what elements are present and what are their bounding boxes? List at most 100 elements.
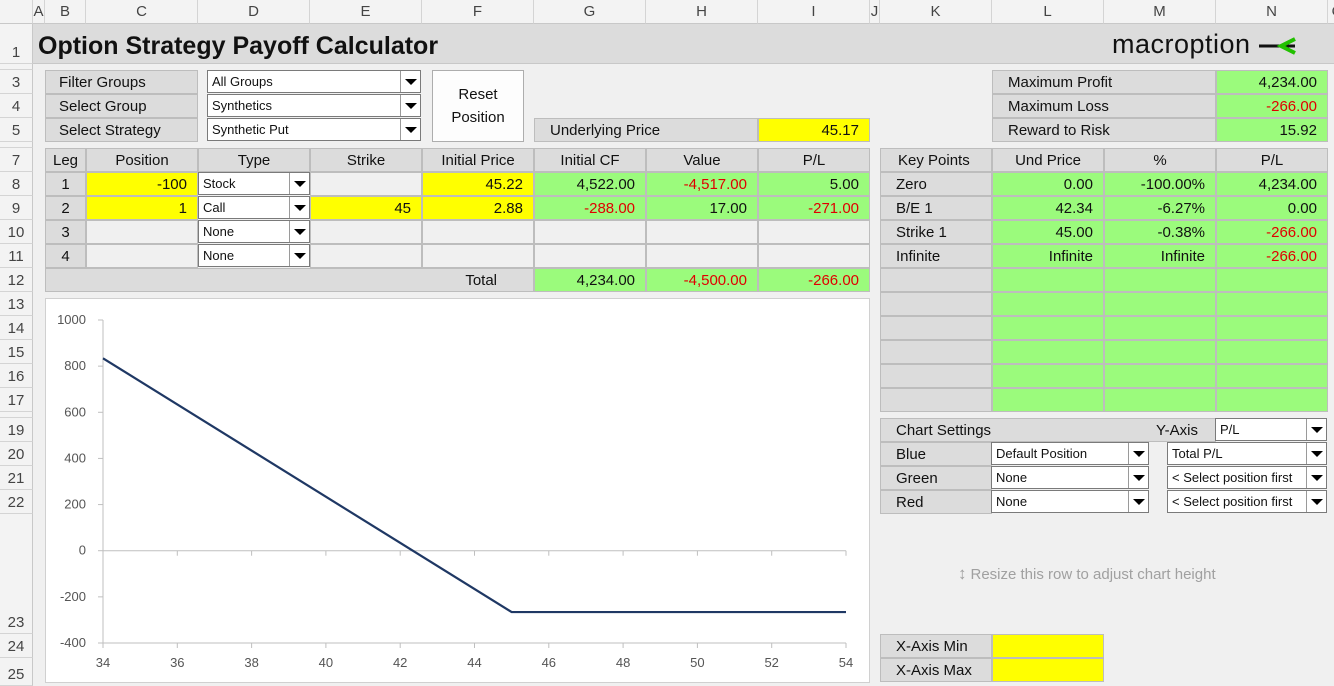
y-tick-label: -400: [60, 635, 86, 650]
dropdown-arrow-icon[interactable]: [1306, 419, 1326, 440]
row-header[interactable]: 15: [0, 340, 33, 364]
y-tick-label: 600: [64, 404, 86, 419]
strike-input[interactable]: [310, 220, 422, 244]
column-header-d[interactable]: D: [198, 0, 310, 24]
dropdown-arrow-icon[interactable]: [1306, 491, 1326, 512]
row-header[interactable]: 7: [0, 148, 33, 172]
dropdown-arrow-icon[interactable]: [1306, 467, 1326, 488]
dropdown-arrow-icon[interactable]: [400, 119, 420, 140]
value-cell: [646, 244, 758, 268]
dropdown-arrow-icon[interactable]: [1128, 443, 1148, 464]
x-axis-min-label: X-Axis Min: [880, 634, 992, 658]
red-position-dropdown[interactable]: None: [991, 490, 1149, 513]
green-series-dropdown[interactable]: < Select position first: [1167, 466, 1327, 489]
column-header-j[interactable]: J: [870, 0, 880, 24]
dropdown-arrow-icon[interactable]: [289, 173, 309, 194]
strike-input[interactable]: [310, 244, 422, 268]
strike-input[interactable]: [310, 172, 422, 196]
row-header[interactable]: 13: [0, 292, 33, 316]
initial-price-input[interactable]: 2.88: [422, 196, 534, 220]
row-header[interactable]: 12: [0, 268, 33, 292]
row-header[interactable]: 11: [0, 244, 33, 268]
row-header[interactable]: 20: [0, 442, 33, 466]
dropdown-arrow-icon[interactable]: [400, 95, 420, 116]
column-header-k[interactable]: K: [880, 0, 992, 24]
empty-key-point: [992, 268, 1104, 292]
max-profit-label: Maximum Profit: [992, 70, 1216, 94]
dropdown-arrow-icon[interactable]: [1128, 467, 1148, 488]
initial-price-input[interactable]: 45.22: [422, 172, 534, 196]
initial-price-input[interactable]: [422, 220, 534, 244]
position-input[interactable]: [86, 220, 198, 244]
x-tick-label: 46: [542, 655, 556, 670]
row-header[interactable]: 4: [0, 94, 33, 118]
column-header-c[interactable]: C: [86, 0, 198, 24]
red-series-dropdown[interactable]: < Select position first: [1167, 490, 1327, 513]
position-input[interactable]: [86, 244, 198, 268]
column-header-a[interactable]: A: [33, 0, 45, 24]
dropdown-arrow-icon[interactable]: [289, 197, 309, 218]
key-point-pct: -6.27%: [1104, 196, 1216, 220]
row-header[interactable]: 24: [0, 634, 33, 658]
column-header-l[interactable]: L: [992, 0, 1104, 24]
row-header[interactable]: 14: [0, 316, 33, 340]
underlying-price-input[interactable]: 45.17: [758, 118, 870, 142]
column-header-f[interactable]: F: [422, 0, 534, 24]
payoff-chart[interactable]: 1000 800 600 400 200 0 -200 -400 34 36 38 40 42 44 46 4…: [45, 298, 870, 683]
column-header-g[interactable]: G: [534, 0, 646, 24]
strike-input[interactable]: 45: [310, 196, 422, 220]
row-header[interactable]: 21: [0, 466, 33, 490]
y-tick-label: 1000: [57, 312, 86, 327]
column-header-o[interactable]: O: [1328, 0, 1334, 24]
column-header-b[interactable]: B: [45, 0, 86, 24]
row-header[interactable]: 22: [0, 490, 33, 514]
blue-series-dropdown[interactable]: Total P/L: [1167, 442, 1327, 465]
row-header[interactable]: 5: [0, 118, 33, 142]
row-header[interactable]: 9: [0, 196, 33, 220]
select-strategy-value: Synthetic Put: [212, 122, 289, 137]
red-label: Red: [880, 490, 992, 514]
position-input[interactable]: 1: [86, 196, 198, 220]
column-header-n[interactable]: N: [1216, 0, 1328, 24]
position-input[interactable]: -100: [86, 172, 198, 196]
dropdown-arrow-icon[interactable]: [289, 221, 309, 242]
row-header[interactable]: 10: [0, 220, 33, 244]
dropdown-arrow-icon[interactable]: [289, 245, 309, 266]
x-axis-min-input[interactable]: [992, 634, 1104, 658]
reset-position-button[interactable]: Reset Position: [432, 70, 524, 142]
key-point-pct: Infinite: [1104, 244, 1216, 268]
row-header[interactable]: 1: [0, 24, 33, 64]
blue-position-value: Default Position: [996, 446, 1088, 461]
type-dropdown[interactable]: None: [198, 244, 310, 267]
green-position-dropdown[interactable]: None: [991, 466, 1149, 489]
type-dropdown[interactable]: Call: [198, 196, 310, 219]
x-axis-max-input[interactable]: [992, 658, 1104, 682]
column-header-m[interactable]: M: [1104, 0, 1216, 24]
dropdown-arrow-icon[interactable]: [400, 71, 420, 92]
filter-groups-dropdown[interactable]: All Groups: [207, 70, 421, 93]
row-header[interactable]: 19: [0, 418, 33, 442]
dropdown-arrow-icon[interactable]: [1128, 491, 1148, 512]
column-header-i[interactable]: I: [758, 0, 870, 24]
initial-cf-header: Initial CF: [534, 148, 646, 172]
row-header[interactable]: 8: [0, 172, 33, 196]
select-all-corner[interactable]: [0, 0, 33, 24]
dropdown-arrow-icon[interactable]: [1306, 443, 1326, 464]
column-header-e[interactable]: E: [310, 0, 422, 24]
row-header[interactable]: 3: [0, 70, 33, 94]
initial-price-input[interactable]: [422, 244, 534, 268]
row-header[interactable]: 16: [0, 364, 33, 388]
type-dropdown[interactable]: None: [198, 220, 310, 243]
resize-hint: ↕ Resize this row to adjust chart height: [958, 563, 1216, 585]
column-header-h[interactable]: H: [646, 0, 758, 24]
empty-key-point: [880, 292, 992, 316]
row-header[interactable]: 17: [0, 388, 33, 412]
type-dropdown[interactable]: Stock: [198, 172, 310, 195]
row-header[interactable]: 25: [0, 658, 33, 686]
empty-key-point: [1104, 292, 1216, 316]
select-group-dropdown[interactable]: Synthetics: [207, 94, 421, 117]
select-strategy-dropdown[interactable]: Synthetic Put: [207, 118, 421, 141]
y-axis-dropdown[interactable]: P/L: [1215, 418, 1327, 441]
row-header[interactable]: 23: [0, 514, 33, 634]
blue-position-dropdown[interactable]: Default Position: [991, 442, 1149, 465]
